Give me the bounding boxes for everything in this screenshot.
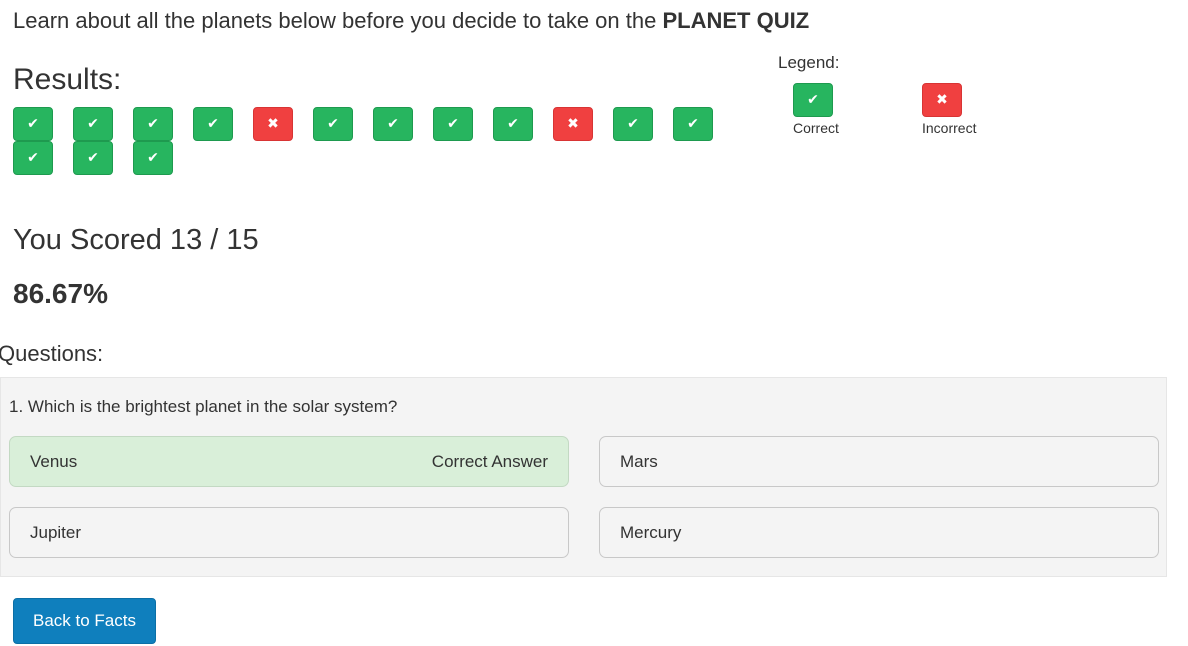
legend-title: Legend: [778, 53, 840, 72]
score-text: You Scored 13 / 15 [13, 224, 259, 256]
answer-label: Venus [30, 451, 78, 471]
answer-label: Mars [620, 451, 658, 471]
check-icon: ✔ [687, 116, 699, 132]
check-icon: ✔ [147, 150, 159, 166]
results-title: Results: [13, 63, 122, 96]
page-headline: Learn about all the planets below before… [13, 8, 809, 34]
result-badge-14-correct: ✔ [73, 141, 113, 175]
headline-text: Learn about all the planets below before… [13, 8, 663, 33]
correct-badge: ✔ [793, 83, 833, 117]
check-icon: ✔ [447, 116, 459, 132]
legend-correct: ✔ Correct [793, 83, 839, 136]
result-badge-5-incorrect: ✖ [253, 107, 293, 141]
x-icon: ✖ [267, 116, 279, 132]
result-badge-11-correct: ✔ [613, 107, 653, 141]
check-icon: ✔ [27, 150, 39, 166]
question-panel: 1. Which is the brightest planet in the … [0, 377, 1167, 577]
score-percent: 86.67% [13, 278, 108, 309]
question-text: 1. Which is the brightest planet in the … [9, 397, 398, 416]
result-badge-4-correct: ✔ [193, 107, 233, 141]
legend-incorrect: ✖ Incorrect [922, 83, 976, 136]
answer-option-jupiter[interactable]: Jupiter [9, 507, 569, 558]
check-icon: ✔ [387, 116, 399, 132]
x-icon: ✖ [936, 92, 948, 108]
x-icon: ✖ [567, 116, 579, 132]
answer-option-mars[interactable]: Mars [599, 436, 1159, 487]
check-icon: ✔ [327, 116, 339, 132]
answer-label: Mercury [620, 522, 682, 542]
check-icon: ✔ [87, 116, 99, 132]
check-icon: ✔ [507, 116, 519, 132]
result-badge-8-correct: ✔ [433, 107, 473, 141]
legend-incorrect-label: Incorrect [922, 120, 977, 136]
answer-option-mercury[interactable]: Mercury [599, 507, 1159, 558]
check-icon: ✔ [147, 116, 159, 132]
result-badge-3-correct: ✔ [133, 107, 173, 141]
result-badge-6-correct: ✔ [313, 107, 353, 141]
result-badge-13-correct: ✔ [13, 141, 53, 175]
questions-title: Questions: [0, 341, 104, 366]
result-badge-15-correct: ✔ [133, 141, 173, 175]
incorrect-badge: ✖ [922, 83, 962, 117]
answer-label: Jupiter [30, 522, 82, 542]
result-badge-1-correct: ✔ [13, 107, 53, 141]
check-icon: ✔ [207, 116, 219, 132]
back-to-facts-button[interactable]: Back to Facts [13, 598, 156, 644]
legend-correct-label: Correct [793, 120, 839, 136]
result-badge-2-correct: ✔ [73, 107, 113, 141]
quiz-name: PLANET QUIZ [662, 8, 810, 33]
result-badge-10-incorrect: ✖ [553, 107, 593, 141]
result-badge-7-correct: ✔ [373, 107, 413, 141]
answer-option-venus[interactable]: Venus Correct Answer [9, 436, 569, 487]
results-badges: ✔ ✔ ✔ ✔ ✖ ✔ ✔ ✔ ✔ ✖ ✔ ✔ ✔ ✔ ✔ [13, 107, 733, 175]
check-icon: ✔ [87, 150, 99, 166]
correct-answer-note: Correct Answer [431, 451, 548, 471]
check-icon: ✔ [627, 116, 639, 132]
result-badge-9-correct: ✔ [493, 107, 533, 141]
check-icon: ✔ [27, 116, 39, 132]
result-badge-12-correct: ✔ [673, 107, 713, 141]
check-icon: ✔ [807, 92, 819, 108]
